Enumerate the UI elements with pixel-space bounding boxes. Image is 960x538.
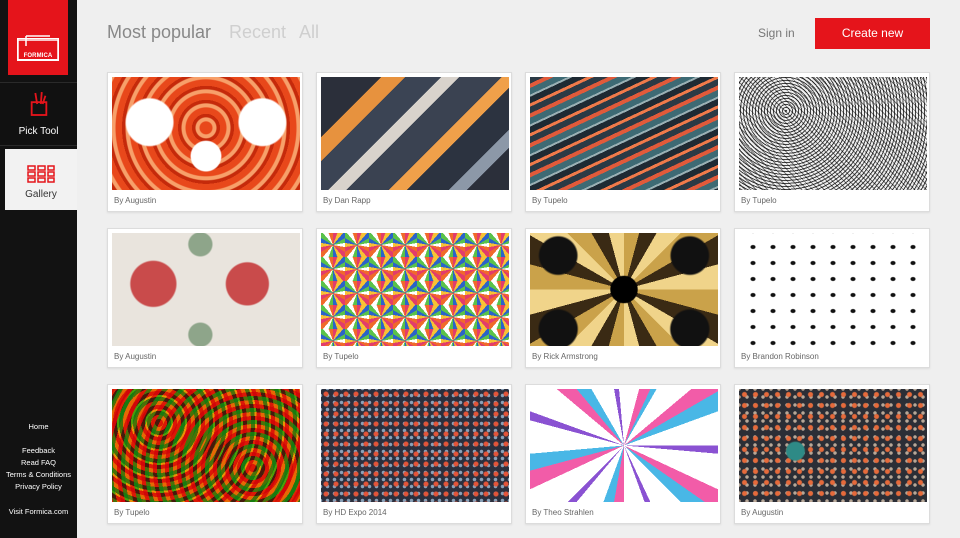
- gallery-card[interactable]: By Augustin: [107, 72, 303, 212]
- formica-logo-swoosh-icon: [17, 35, 59, 61]
- card-author: By Augustin: [114, 196, 157, 205]
- gallery-card[interactable]: By Theo Strahlen: [525, 384, 721, 524]
- pattern-thumbnail: [739, 389, 927, 502]
- card-author: By Rick Armstrong: [532, 352, 598, 361]
- visit-link-wrap: Visit Formica.com: [0, 506, 77, 518]
- sidebar: FORMICA Pick Tool Gallery Home Feedback …: [0, 0, 77, 538]
- nav-gallery[interactable]: Gallery: [5, 149, 77, 210]
- footer-link-terms[interactable]: Terms & Conditions: [0, 469, 77, 481]
- pattern-thumbnail: [530, 233, 718, 346]
- pattern-thumbnail: [739, 77, 927, 190]
- gallery-card[interactable]: By Dan Rapp: [316, 72, 512, 212]
- pattern-thumbnail: [112, 389, 300, 502]
- pattern-thumbnail: [530, 77, 718, 190]
- nav-gallery-label: Gallery: [25, 189, 57, 200]
- pattern-thumbnail: [321, 389, 509, 502]
- card-author: By Tupelo: [741, 196, 777, 205]
- card-author: By Tupelo: [323, 352, 359, 361]
- pattern-thumbnail: [530, 389, 718, 502]
- footer-link-home[interactable]: Home: [0, 421, 77, 433]
- gallery-card[interactable]: By Augustin: [107, 228, 303, 368]
- sign-in-link[interactable]: Sign in: [758, 26, 795, 40]
- card-author: By Tupelo: [532, 196, 568, 205]
- footer-link-privacy[interactable]: Privacy Policy: [0, 481, 77, 493]
- gallery-card[interactable]: By Tupelo: [525, 72, 721, 212]
- gallery-card[interactable]: By Rick Armstrong: [525, 228, 721, 368]
- gallery-card[interactable]: By Brandon Robinson: [734, 228, 930, 368]
- tab-all[interactable]: All: [299, 22, 319, 43]
- card-author: By Theo Strahlen: [532, 508, 594, 517]
- nav-pick-tool[interactable]: Pick Tool: [0, 82, 77, 146]
- pattern-thumbnail: [112, 233, 300, 346]
- card-author: By Brandon Robinson: [741, 352, 819, 361]
- card-author: By Dan Rapp: [323, 196, 371, 205]
- pattern-thumbnail: [112, 77, 300, 190]
- footer-link-feedback[interactable]: Feedback: [0, 445, 77, 457]
- visit-formica-link[interactable]: Visit Formica.com: [0, 506, 77, 518]
- pattern-thumbnail: [321, 77, 509, 190]
- footer-link-faq[interactable]: Read FAQ: [0, 457, 77, 469]
- footer-links: Home Feedback Read FAQ Terms & Condition…: [0, 421, 77, 493]
- pattern-thumbnail: [321, 233, 509, 346]
- tab-recent[interactable]: Recent: [229, 22, 286, 43]
- gallery-card[interactable]: By HD Expo 2014: [316, 384, 512, 524]
- gallery-card[interactable]: By Tupelo: [316, 228, 512, 368]
- card-author: By Tupelo: [114, 508, 150, 517]
- gallery-card[interactable]: By Augustin: [734, 384, 930, 524]
- brush-cup-icon: [30, 92, 47, 116]
- card-author: By Augustin: [114, 352, 157, 361]
- tab-most-popular[interactable]: Most popular: [107, 22, 211, 43]
- gallery-card[interactable]: By Tupelo: [107, 384, 303, 524]
- logo-text: FORMICA: [23, 53, 53, 59]
- grid-icon: [27, 165, 55, 183]
- formica-logo[interactable]: FORMICA: [8, 0, 68, 75]
- gallery-card[interactable]: By Tupelo: [734, 72, 930, 212]
- pattern-thumbnail: [739, 233, 927, 346]
- nav-pick-tool-label: Pick Tool: [18, 126, 59, 137]
- create-new-button[interactable]: Create new: [815, 18, 930, 49]
- card-author: By Augustin: [741, 508, 784, 517]
- card-author: By HD Expo 2014: [323, 508, 387, 517]
